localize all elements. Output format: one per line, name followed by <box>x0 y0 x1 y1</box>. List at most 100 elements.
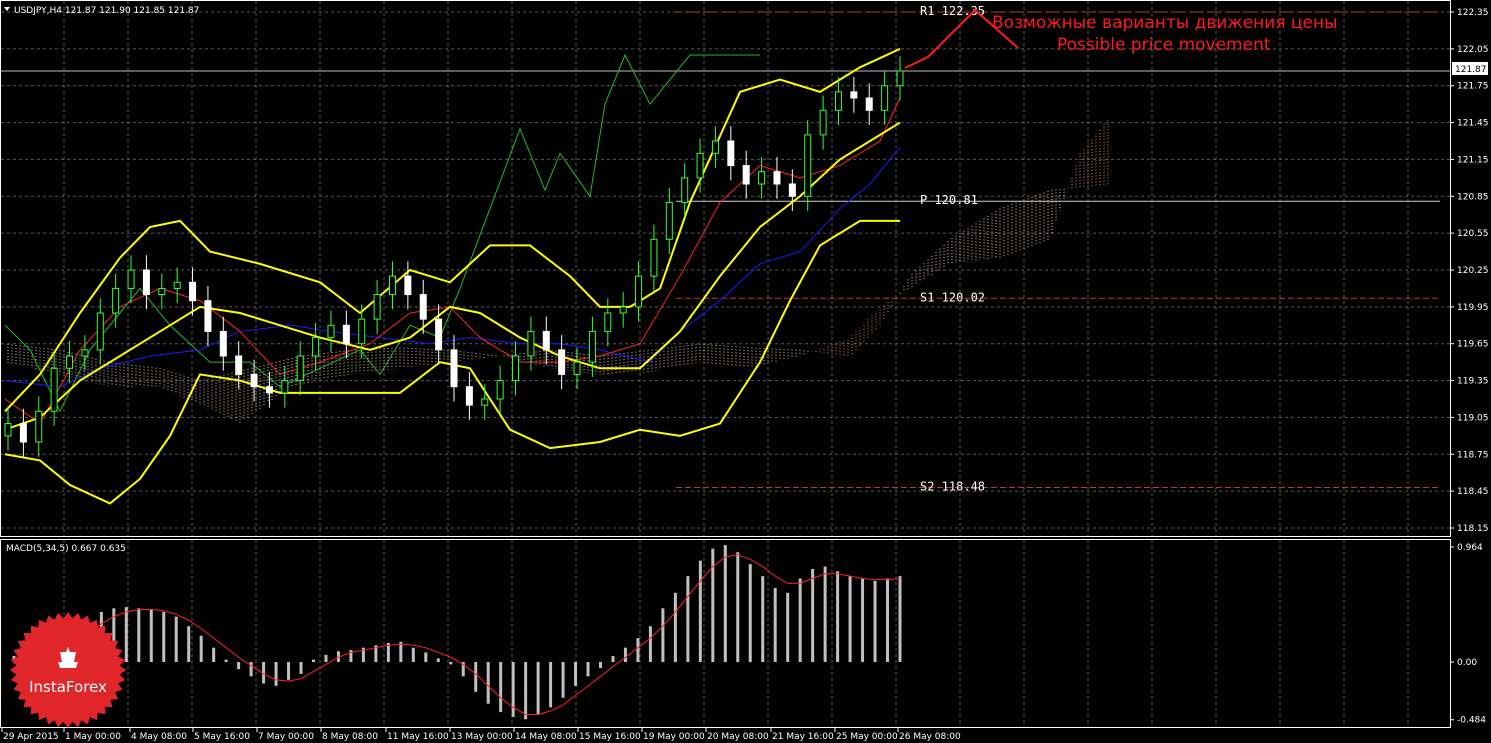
candle-body <box>265 386 273 394</box>
candle-body <box>696 152 704 179</box>
macd-bar <box>474 662 478 692</box>
candle-body <box>96 312 104 351</box>
macd-bar <box>511 662 515 717</box>
candle-body <box>834 91 842 111</box>
candle-body <box>819 109 827 136</box>
macd-bar <box>848 576 852 662</box>
candle-body <box>4 423 12 437</box>
x-tick-label: 21 May 16:00 <box>772 732 834 742</box>
x-tick-label: 14 May 08:00 <box>515 732 577 742</box>
candle-body <box>358 318 366 345</box>
candle-body <box>342 324 350 345</box>
macd-bar <box>723 545 727 662</box>
candle-body <box>604 312 612 332</box>
price-axis: 122.35 122.05 121.75 121.45 121.15 120.85 120.… <box>1450 8 1489 726</box>
candle-body <box>173 281 181 289</box>
y-tick-label: 118.45 <box>1457 487 1489 497</box>
macd-bar <box>324 654 328 662</box>
macd-bar <box>124 607 128 662</box>
candle-body <box>327 324 335 339</box>
macd-bar <box>599 662 603 668</box>
macd-bar <box>237 662 241 670</box>
candle-body <box>50 367 58 412</box>
macd-bar <box>698 560 702 662</box>
candle-body <box>66 355 74 369</box>
candle-body <box>35 410 43 443</box>
macd-bar <box>661 608 665 662</box>
macd-bar <box>873 580 877 662</box>
candle-body <box>127 269 135 289</box>
macd-bar <box>748 564 752 662</box>
candle-body <box>804 134 812 197</box>
candle-body <box>142 269 150 296</box>
candle-body <box>465 386 473 406</box>
macd-y-tick-label: 0.964 <box>1457 543 1483 553</box>
candle-body <box>404 275 412 296</box>
macd-bar <box>149 609 153 662</box>
macd-bar <box>861 578 865 662</box>
candle-body <box>419 294 427 320</box>
macd-bar <box>673 592 677 662</box>
candle-body <box>635 275 643 308</box>
candle-body <box>742 165 750 185</box>
candle-body <box>896 70 904 87</box>
x-tick-label: 20 May 08:00 <box>707 732 769 742</box>
candle-body <box>573 361 581 375</box>
candle-body <box>296 355 304 382</box>
y-tick-label: 119.65 <box>1457 340 1489 350</box>
y-tick-label: 122.35 <box>1457 8 1489 18</box>
candle-body <box>250 373 258 388</box>
macd-bar <box>623 647 627 662</box>
y-tick-label: 119.35 <box>1457 377 1489 387</box>
macd-bar <box>411 647 415 662</box>
candle-body <box>711 140 719 154</box>
candle-body <box>496 380 504 400</box>
candle-body <box>588 330 596 363</box>
time-axis: 29 Apr 2015 1 May 00:00 4 May 08:00 5 May 1… <box>1 728 961 742</box>
macd-bar <box>574 662 578 686</box>
symbol-header: USDJPY,H4 121.87 121.90 121.85 121.87 <box>14 6 199 16</box>
candle-body <box>112 287 120 314</box>
candle-body <box>373 294 381 320</box>
x-tick-label: 25 May 00:00 <box>836 732 898 742</box>
macd-bar <box>499 662 503 713</box>
current-price-label: 121.87 <box>1455 65 1487 75</box>
annotation-line-en: Possible price movement <box>1057 35 1271 55</box>
candle-body <box>512 355 520 382</box>
macd-bar <box>162 611 166 662</box>
candle-body <box>727 140 735 167</box>
macd-header: MACD(5,34,5) 0.667 0.635 <box>6 544 126 554</box>
macd-bar <box>761 576 765 662</box>
candle-body <box>865 97 873 111</box>
candle-body <box>481 398 489 406</box>
macd-bar <box>798 578 802 662</box>
candle-body <box>189 281 197 302</box>
pivot-label-s1: S1 120.02 <box>920 290 985 304</box>
macd-bar <box>561 662 565 698</box>
macd-bar <box>898 576 902 662</box>
y-tick-label: 119.95 <box>1457 303 1489 313</box>
macd-bar <box>436 658 440 662</box>
y-tick-label: 120.55 <box>1457 229 1489 239</box>
candle-body <box>665 201 673 240</box>
x-tick-label: 7 May 00:00 <box>258 732 314 742</box>
macd-bar <box>311 659 315 662</box>
x-tick-label: 29 Apr 2015 <box>3 732 59 742</box>
candle-body <box>619 306 627 314</box>
candle-body <box>773 171 781 185</box>
y-tick-label: 121.15 <box>1457 155 1489 165</box>
macd-bar <box>536 662 540 715</box>
candle-body <box>204 300 212 332</box>
macd-bar <box>549 662 553 708</box>
x-tick-label: 19 May 00:00 <box>643 732 705 742</box>
macd-bar <box>836 571 840 662</box>
x-tick-label: 11 May 16:00 <box>387 732 449 742</box>
macd-bar <box>212 647 216 662</box>
y-tick-label: 118.75 <box>1457 450 1489 460</box>
y-tick-label: 121.75 <box>1457 82 1489 92</box>
candle-body <box>312 337 320 357</box>
macd-bar <box>636 638 640 662</box>
y-tick-label: 120.25 <box>1457 266 1489 276</box>
macd-bar <box>287 662 291 680</box>
x-tick-label: 1 May 00:00 <box>65 732 121 742</box>
